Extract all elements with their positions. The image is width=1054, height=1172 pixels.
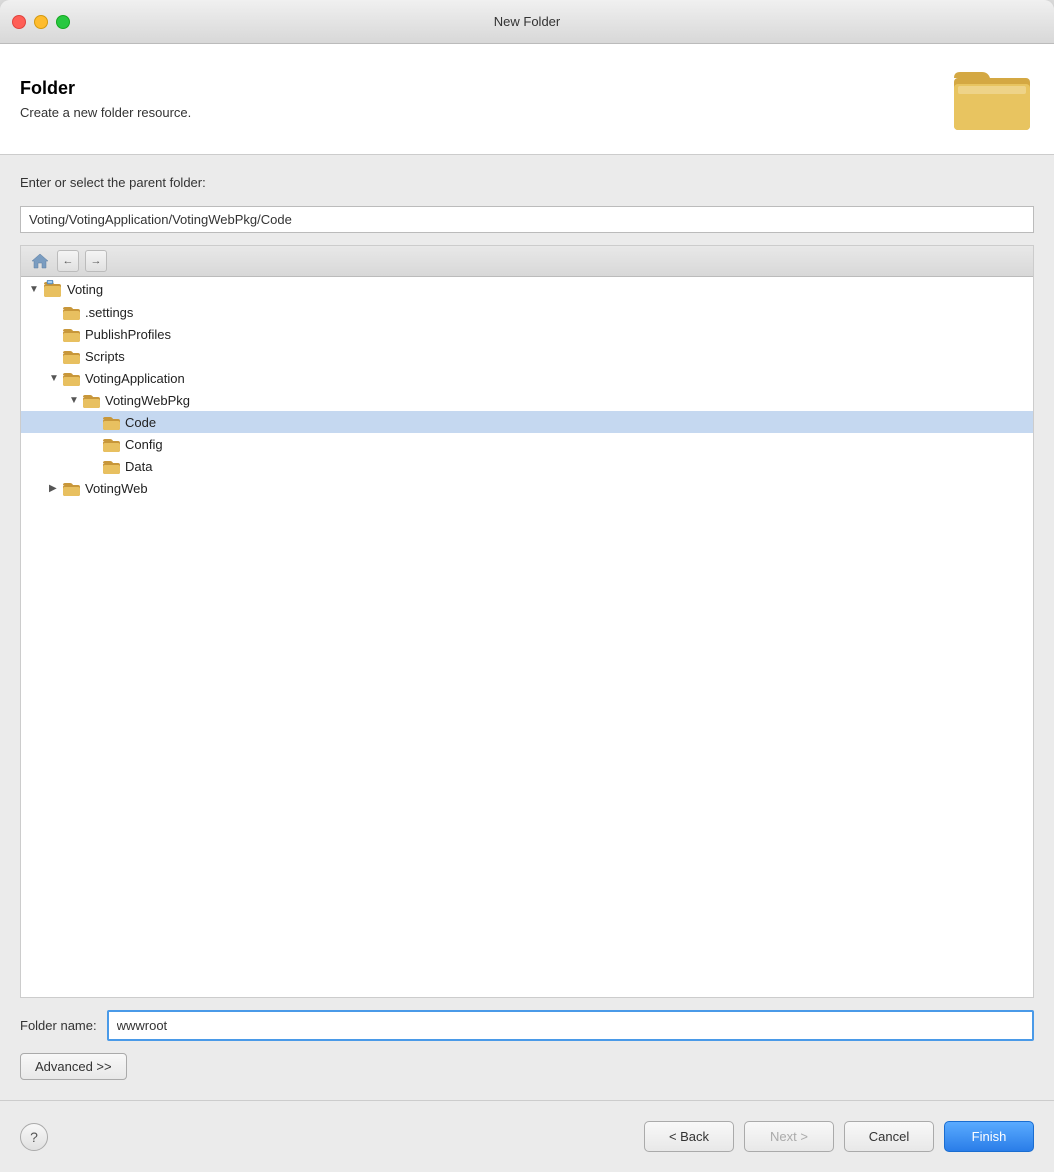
home-button[interactable] — [29, 250, 51, 272]
folder-icon-publishprofiles — [63, 326, 81, 342]
tree-arrow-votingweb[interactable]: ▶ — [49, 483, 63, 494]
bottom-buttons: < Back Next > Cancel Finish — [644, 1121, 1034, 1152]
title-bar: New Folder — [0, 0, 1054, 44]
tree-toolbar: ← → — [21, 246, 1033, 277]
traffic-lights — [12, 15, 70, 29]
header-subtitle: Create a new folder resource. — [20, 105, 954, 120]
tree-label-voting: Voting — [67, 282, 103, 297]
header-section: Folder Create a new folder resource. — [0, 44, 1054, 155]
folder-icon-large — [954, 64, 1034, 134]
tree-body: ▼ Voting .settings PublishProfiles Scrip… — [21, 277, 1033, 997]
tree-item-publishprofiles[interactable]: PublishProfiles — [21, 323, 1033, 345]
tree-item-votingwebpkg[interactable]: ▼ VotingWebPkg — [21, 389, 1033, 411]
header-title: Folder — [20, 78, 954, 99]
tree-arrow-voting[interactable]: ▼ — [29, 284, 43, 295]
tree-label-scripts: Scripts — [85, 349, 125, 364]
tree-label-code: Code — [125, 415, 156, 430]
back-nav-button[interactable]: ← — [57, 250, 79, 272]
tree-item-code[interactable]: Code — [21, 411, 1033, 433]
advanced-button[interactable]: Advanced >> — [20, 1053, 127, 1080]
tree-item-votingapplication[interactable]: ▼ VotingApplication — [21, 367, 1033, 389]
advanced-section: Advanced >> — [20, 1053, 1034, 1080]
folder-icon-settings — [63, 304, 81, 320]
tree-item-config[interactable]: Config — [21, 433, 1033, 455]
folder-name-row: Folder name: — [20, 1010, 1034, 1041]
header-text: Folder Create a new folder resource. — [20, 78, 954, 120]
tree-label-settings: .settings — [85, 305, 133, 320]
folder-name-label: Folder name: — [20, 1018, 97, 1033]
folder-icon-code — [103, 414, 121, 430]
close-button[interactable] — [12, 15, 26, 29]
tree-item-scripts[interactable]: Scripts — [21, 345, 1033, 367]
parent-folder-label: Enter or select the parent folder: — [20, 175, 1034, 190]
bottom-bar: ? < Back Next > Cancel Finish — [0, 1100, 1054, 1172]
next-button[interactable]: Next > — [744, 1121, 834, 1152]
parent-folder-input[interactable] — [20, 206, 1034, 233]
main-content: Enter or select the parent folder: ← → ▼… — [0, 155, 1054, 1100]
folder-icon-scripts — [63, 348, 81, 364]
tree-label-data: Data — [125, 459, 152, 474]
tree-item-settings[interactable]: .settings — [21, 301, 1033, 323]
folder-icon-voting — [43, 280, 63, 298]
folder-icon-config — [103, 436, 121, 452]
tree-item-voting[interactable]: ▼ Voting — [21, 277, 1033, 301]
forward-nav-button[interactable]: → — [85, 250, 107, 272]
tree-item-votingweb[interactable]: ▶ VotingWeb — [21, 477, 1033, 499]
minimize-button[interactable] — [34, 15, 48, 29]
folder-icon-votingweb — [63, 480, 81, 496]
folder-icon-data — [103, 458, 121, 474]
back-button[interactable]: < Back — [644, 1121, 734, 1152]
tree-label-config: Config — [125, 437, 163, 452]
tree-arrow-votingapplication[interactable]: ▼ — [49, 373, 63, 384]
tree-label-publishprofiles: PublishProfiles — [85, 327, 171, 342]
folder-name-input[interactable] — [107, 1010, 1034, 1041]
tree-label-votingapplication: VotingApplication — [85, 371, 185, 386]
finish-button[interactable]: Finish — [944, 1121, 1034, 1152]
cancel-button[interactable]: Cancel — [844, 1121, 934, 1152]
folder-icon-votingwebpkg — [83, 392, 101, 408]
window-title: New Folder — [494, 14, 560, 29]
tree-arrow-votingwebpkg[interactable]: ▼ — [69, 395, 83, 406]
tree-item-data[interactable]: Data — [21, 455, 1033, 477]
help-button[interactable]: ? — [20, 1123, 48, 1151]
tree-label-votingweb: VotingWeb — [85, 481, 148, 496]
maximize-button[interactable] — [56, 15, 70, 29]
tree-panel: ← → ▼ Voting .settings PublishProfiles — [20, 245, 1034, 998]
tree-label-votingwebpkg: VotingWebPkg — [105, 393, 190, 408]
folder-icon-votingapplication — [63, 370, 81, 386]
